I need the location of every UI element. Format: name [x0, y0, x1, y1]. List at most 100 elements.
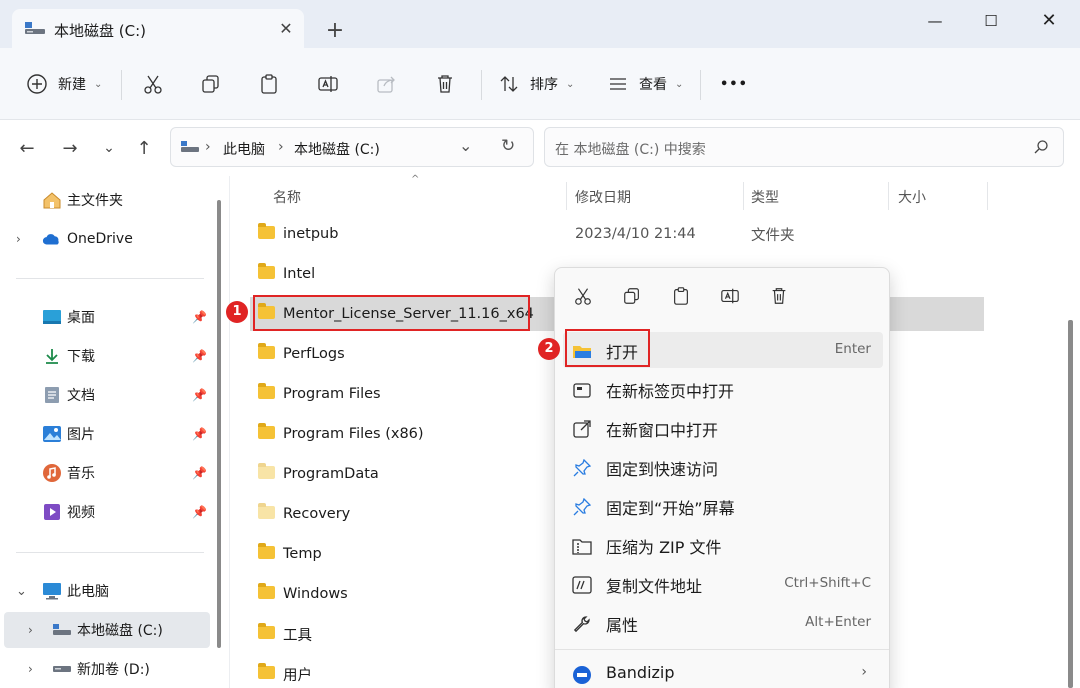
paste-button[interactable] — [254, 68, 284, 100]
file-date: 2023/4/10 21:44 — [575, 226, 696, 242]
tab-title: 本地磁盘 (C:) — [54, 22, 146, 40]
column-divider[interactable] — [888, 182, 889, 210]
sidebar-item-documents[interactable]: 文档 📌 — [0, 377, 212, 413]
column-header-name[interactable]: 名称 — [273, 187, 301, 207]
pin-icon[interactable]: 📌 — [192, 310, 207, 324]
menu-item-pin-quick-access[interactable]: 固定到快速访问 — [563, 449, 883, 485]
address-bar[interactable]: › 此电脑 › 本地磁盘 (C:) ⌄ ↻ — [170, 127, 534, 167]
chevron-down-icon: ⌄ — [566, 78, 575, 90]
rename-button[interactable] — [313, 68, 343, 100]
menu-item-label: 属性 — [606, 616, 639, 635]
folder-icon — [258, 663, 275, 679]
sort-button[interactable]: 排序 ⌄ — [494, 68, 574, 100]
folder-icon — [258, 623, 275, 639]
sidebar-item-this-pc[interactable]: ⌄ 此电脑 — [0, 573, 212, 609]
column-header-date[interactable]: 修改日期 — [575, 187, 631, 207]
cut-button[interactable] — [138, 68, 168, 100]
cut-button[interactable] — [567, 283, 599, 313]
column-divider[interactable] — [987, 182, 988, 210]
refresh-icon[interactable]: ↻ — [501, 136, 515, 156]
folder-icon — [258, 343, 275, 359]
breadcrumb-local-disk[interactable]: 本地磁盘 (C:) — [294, 139, 380, 159]
menu-item-properties[interactable]: 属性 Alt+Enter — [563, 605, 883, 641]
drive-icon — [52, 620, 72, 640]
drive-icon — [52, 659, 72, 679]
maximize-button[interactable]: ☐ — [971, 6, 1011, 36]
file-list-scrollbar[interactable] — [1068, 320, 1073, 688]
download-icon — [42, 346, 62, 366]
new-tab-button[interactable]: + — [322, 18, 348, 44]
delete-button[interactable] — [430, 68, 460, 100]
new-tab-icon — [571, 379, 593, 401]
menu-shortcut: Alt+Enter — [805, 614, 871, 630]
pin-icon[interactable]: 📌 — [192, 349, 207, 363]
pin-icon[interactable]: 📌 — [192, 388, 207, 402]
column-header-type[interactable]: 类型 — [751, 187, 779, 207]
column-divider[interactable] — [743, 182, 744, 210]
scissors-icon — [573, 286, 593, 310]
minimize-button[interactable]: — — [915, 6, 955, 36]
pin-icon[interactable]: 📌 — [192, 466, 207, 480]
sidebar-item-label: OneDrive — [67, 231, 133, 247]
sidebar-item-label: 本地磁盘 (C:) — [77, 623, 163, 639]
copy-path-icon — [571, 574, 593, 596]
delete-button[interactable] — [763, 283, 795, 313]
up-arrow-icon[interactable]: ↑ — [130, 134, 158, 162]
new-button[interactable]: 新建 ⌄ — [22, 68, 102, 100]
new-window-icon — [571, 418, 593, 440]
sidebar-item-home[interactable]: 主文件夹 — [0, 182, 212, 218]
search-input[interactable]: 在 本地磁盘 (C:) 中搜索 — [544, 127, 1064, 167]
menu-item-open-new-tab[interactable]: 在新标签页中打开 — [563, 371, 883, 407]
menu-item-compress-zip[interactable]: 压缩为 ZIP 文件 — [563, 527, 883, 563]
back-arrow-icon[interactable]: ← — [13, 134, 41, 162]
paste-button[interactable] — [665, 283, 697, 313]
new-label: 新建 — [58, 77, 86, 93]
expand-chevron-icon[interactable]: › — [28, 662, 33, 676]
sidebar-item-local-disk[interactable]: › 本地磁盘 (C:) — [4, 612, 210, 648]
breadcrumb-this-pc[interactable]: 此电脑 — [223, 139, 265, 159]
copy-button[interactable] — [196, 68, 226, 100]
expand-chevron-icon[interactable]: › — [28, 623, 33, 637]
tab-local-disk[interactable]: 本地磁盘 (C:) ✕ — [12, 9, 304, 49]
column-divider[interactable] — [566, 182, 567, 210]
sidebar-item-music[interactable]: 音乐 📌 — [0, 455, 212, 491]
menu-item-copy-path[interactable]: 复制文件地址 Ctrl+Shift+C — [563, 566, 883, 602]
file-name: 工具 — [283, 627, 312, 644]
copy-button[interactable] — [616, 283, 648, 313]
sidebar-scrollbar[interactable] — [217, 200, 221, 648]
step-badge-1: 1 — [226, 301, 248, 323]
menu-item-bandizip[interactable]: Bandizip › — [563, 656, 883, 688]
menu-item-pin-start[interactable]: 固定到“开始”屏幕 — [563, 488, 883, 524]
trash-icon — [769, 286, 789, 310]
sidebar-item-pictures[interactable]: 图片 📌 — [0, 416, 212, 452]
more-options-button[interactable]: ••• — [720, 68, 748, 100]
rename-button[interactable] — [714, 283, 746, 313]
drive-icon — [180, 140, 200, 158]
file-name: PerfLogs — [283, 346, 345, 362]
close-button[interactable]: ✕ — [1029, 6, 1069, 36]
sort-icon — [494, 69, 524, 99]
picture-icon — [42, 424, 62, 444]
pin-icon — [571, 457, 593, 479]
drive-icon — [24, 21, 46, 39]
recent-chevron-icon[interactable]: ⌄ — [95, 134, 123, 162]
pin-icon[interactable]: 📌 — [192, 427, 207, 441]
forward-arrow-icon[interactable]: → — [56, 134, 84, 162]
sidebar-item-desktop[interactable]: 桌面 📌 — [0, 299, 212, 335]
file-row[interactable]: inetpub 2023/4/10 21:44 文件夹 — [250, 217, 984, 251]
address-dropdown-icon[interactable]: ⌄ — [459, 136, 472, 155]
share-button[interactable] — [371, 68, 401, 100]
menu-item-open-new-window[interactable]: 在新窗口中打开 — [563, 410, 883, 446]
cloud-icon — [42, 229, 62, 249]
tab-close-icon[interactable]: ✕ — [274, 17, 298, 41]
column-header-size[interactable]: 大小 — [898, 187, 926, 207]
expand-chevron-icon[interactable]: › — [16, 232, 21, 246]
collapse-chevron-icon[interactable]: ⌄ — [16, 584, 27, 599]
sidebar-item-new-volume[interactable]: › 新加卷 (D:) — [0, 651, 212, 687]
sidebar-item-onedrive[interactable]: › OneDrive — [0, 221, 212, 257]
sidebar-item-downloads[interactable]: 下载 📌 — [0, 338, 212, 374]
sidebar-item-videos[interactable]: 视频 📌 — [0, 494, 212, 530]
view-button[interactable]: 查看 ⌄ — [603, 68, 683, 100]
file-name: inetpub — [283, 226, 339, 242]
pin-icon[interactable]: 📌 — [192, 505, 207, 519]
